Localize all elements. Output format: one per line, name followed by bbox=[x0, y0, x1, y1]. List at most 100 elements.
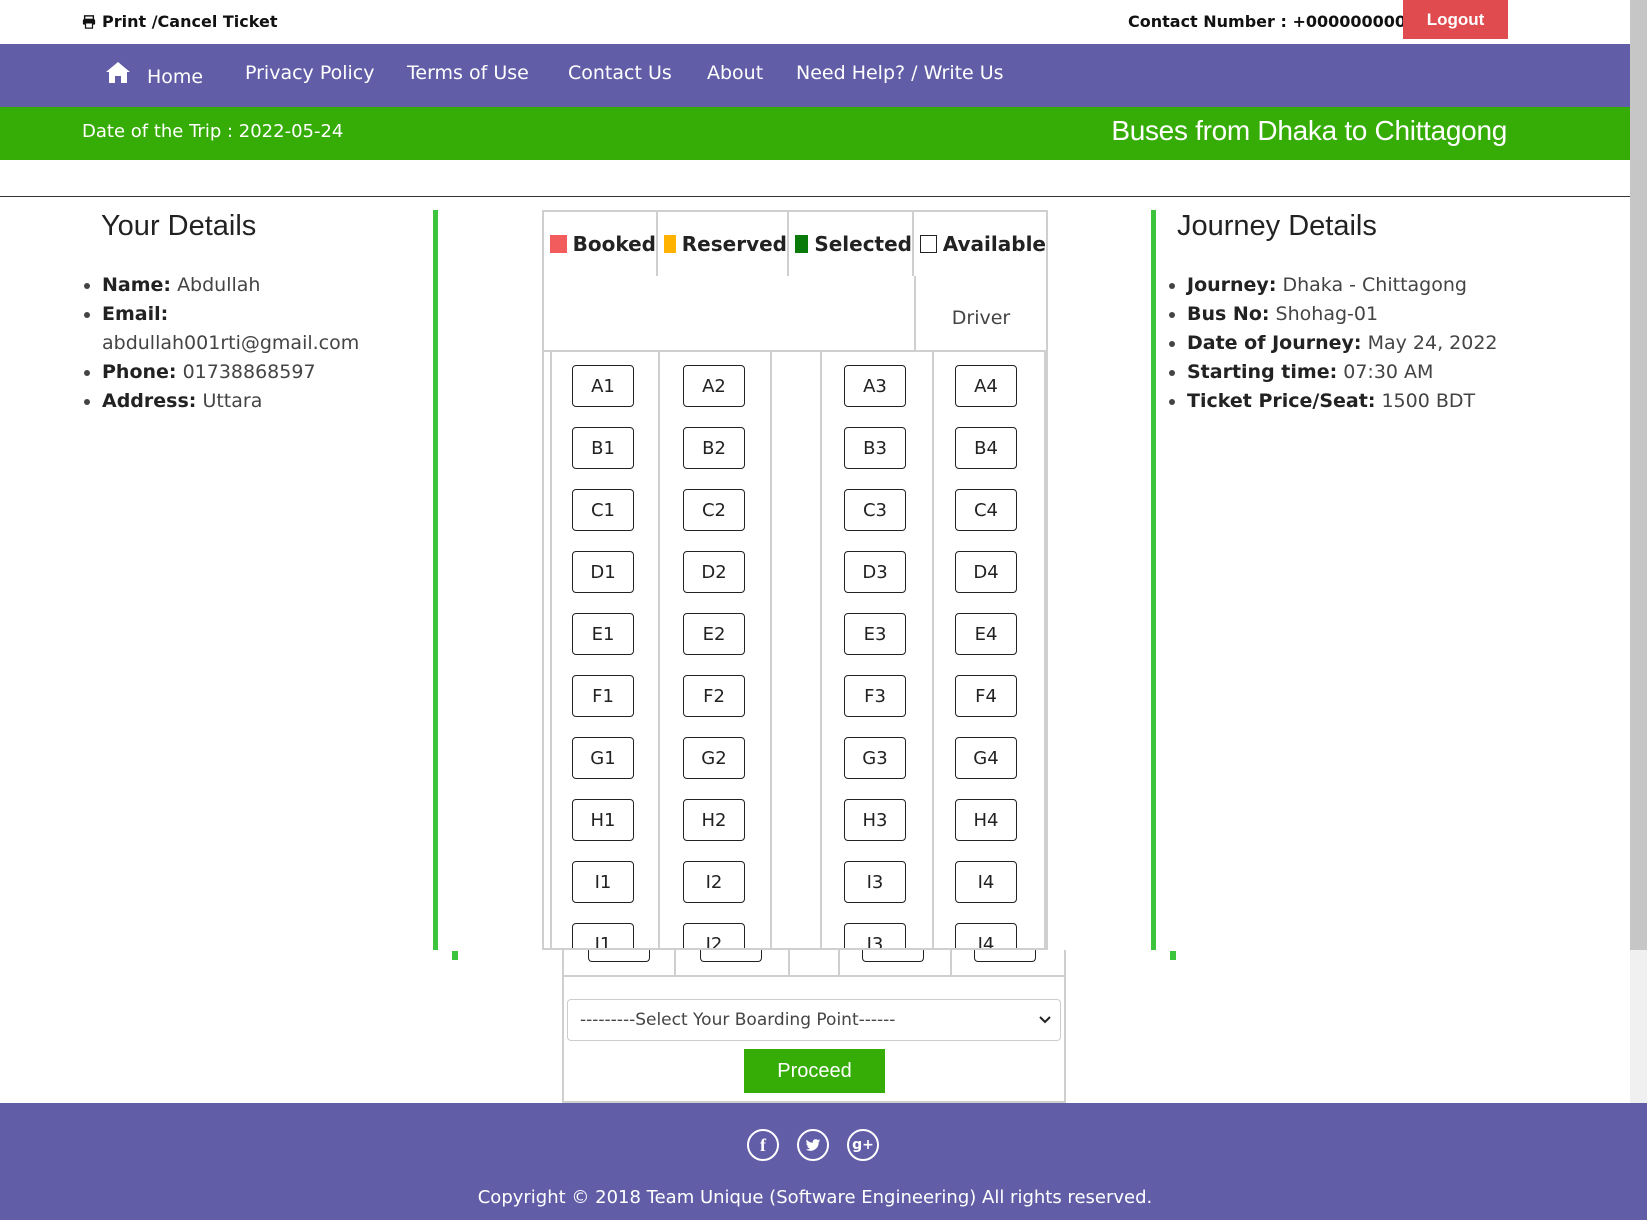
boarding-point-select[interactable]: ---------Select Your Boarding Point-----… bbox=[567, 999, 1061, 1041]
seat-d1[interactable]: D1 bbox=[572, 551, 634, 593]
seat-column-divider bbox=[1044, 352, 1046, 948]
seat-column-divider bbox=[550, 352, 552, 948]
seat-b1[interactable]: B1 bbox=[572, 427, 634, 469]
seat-g1[interactable]: G1 bbox=[572, 737, 634, 779]
user-address-item: Address: Uttara bbox=[102, 387, 410, 416]
seat-h4[interactable]: H4 bbox=[955, 799, 1017, 841]
seat-map-overflow bbox=[562, 950, 1066, 975]
user-address-value: Uttara bbox=[202, 390, 263, 412]
seat-d2[interactable]: D2 bbox=[683, 551, 745, 593]
seat-g2[interactable]: G2 bbox=[683, 737, 745, 779]
scrollbar-thumb[interactable] bbox=[1630, 0, 1647, 950]
contact-number: Contact Number : +00000000000 bbox=[1128, 12, 1429, 31]
your-details-title: Your Details bbox=[101, 210, 257, 242]
reserved-swatch bbox=[664, 235, 676, 253]
nav-privacy-policy[interactable]: Privacy Policy bbox=[245, 62, 374, 84]
user-phone-item: Phone: 01738868597 bbox=[102, 358, 410, 387]
seat-stub bbox=[700, 950, 762, 962]
bus-number-item: Bus No: Shohag-01 bbox=[1187, 300, 1605, 329]
seat-h3[interactable]: H3 bbox=[844, 799, 906, 841]
driver-label: Driver bbox=[914, 276, 1046, 352]
seat-d3[interactable]: D3 bbox=[844, 551, 906, 593]
facebook-icon[interactable]: f bbox=[747, 1129, 779, 1161]
trip-date: Date of the Trip : 2022-05-24 bbox=[82, 121, 344, 142]
user-email-value: abdullah001rti@gmail.com bbox=[102, 332, 360, 354]
boarding-point-placeholder: ---------Select Your Boarding Point-----… bbox=[580, 1010, 896, 1030]
seat-column-divider bbox=[770, 352, 772, 948]
seat-i4[interactable]: I4 bbox=[955, 861, 1017, 903]
journey-details-title: Journey Details bbox=[1177, 210, 1377, 242]
seat-i1[interactable]: I1 bbox=[572, 861, 634, 903]
seat-a1[interactable]: A1 bbox=[572, 365, 634, 407]
seat-b4[interactable]: B4 bbox=[955, 427, 1017, 469]
available-swatch bbox=[920, 235, 937, 253]
nav-contact-us[interactable]: Contact Us bbox=[568, 62, 672, 84]
seat-e4[interactable]: E4 bbox=[955, 613, 1017, 655]
journey-details-list: Journey: Dhaka - Chittagong Bus No: Shoh… bbox=[1165, 271, 1605, 416]
home-icon[interactable] bbox=[104, 60, 132, 84]
seat-e2[interactable]: E2 bbox=[683, 613, 745, 655]
starting-time-value: 07:30 AM bbox=[1343, 361, 1434, 383]
footer: f g+ Copyright © 2018 Team Unique (Softw… bbox=[0, 1103, 1647, 1220]
seat-c1[interactable]: C1 bbox=[572, 489, 634, 531]
seat-e3[interactable]: E3 bbox=[844, 613, 906, 655]
seat-legend: Booked Reserved Selected Available bbox=[544, 212, 1046, 276]
journey-date-item: Date of Journey: May 24, 2022 bbox=[1187, 329, 1605, 358]
google-plus-icon[interactable]: g+ bbox=[847, 1129, 879, 1161]
nav-need-help[interactable]: Need Help? / Write Us bbox=[796, 62, 1004, 84]
ticket-price-value: 1500 BDT bbox=[1381, 390, 1476, 412]
legend-booked: Booked bbox=[544, 212, 658, 276]
seat-d4[interactable]: D4 bbox=[955, 551, 1017, 593]
proceed-button[interactable]: Proceed bbox=[744, 1049, 885, 1093]
print-cancel-ticket-label: Print /Cancel Ticket bbox=[102, 12, 278, 31]
seat-map: Booked Reserved Selected Available Drive… bbox=[542, 210, 1048, 950]
seat-i2[interactable]: I2 bbox=[683, 923, 745, 948]
seat-e1[interactable]: E1 bbox=[572, 613, 634, 655]
print-cancel-ticket-link[interactable]: Print /Cancel Ticket bbox=[82, 12, 277, 31]
seat-i2[interactable]: I2 bbox=[683, 861, 745, 903]
seat-c2[interactable]: C2 bbox=[683, 489, 745, 531]
journey-route-value: Dhaka - Chittagong bbox=[1282, 274, 1467, 296]
logout-button[interactable]: Logout bbox=[1403, 0, 1508, 39]
seat-stub bbox=[862, 950, 924, 962]
nav-about[interactable]: About bbox=[707, 62, 763, 84]
right-green-rule bbox=[1151, 210, 1156, 950]
seat-f1[interactable]: F1 bbox=[572, 675, 634, 717]
user-phone-value: 01738868597 bbox=[182, 361, 316, 383]
seat-i3[interactable]: I3 bbox=[844, 923, 906, 948]
seat-i1[interactable]: I1 bbox=[572, 923, 634, 948]
seat-g3[interactable]: G3 bbox=[844, 737, 906, 779]
seat-f4[interactable]: F4 bbox=[955, 675, 1017, 717]
main-navbar: Home Privacy Policy Terms of Use Contact… bbox=[0, 44, 1630, 107]
seat-a4[interactable]: A4 bbox=[955, 365, 1017, 407]
legend-available: Available bbox=[914, 212, 1046, 276]
ticket-price-item: Ticket Price/Seat: 1500 BDT bbox=[1187, 387, 1605, 416]
nav-home[interactable]: Home bbox=[147, 66, 203, 88]
left-green-mark bbox=[452, 951, 458, 960]
section-divider bbox=[0, 196, 1630, 197]
seat-c3[interactable]: C3 bbox=[844, 489, 906, 531]
legend-selected: Selected bbox=[789, 212, 914, 276]
boarding-form: ---------Select Your Boarding Point-----… bbox=[562, 975, 1066, 1103]
seat-f2[interactable]: F2 bbox=[683, 675, 745, 717]
seat-f3[interactable]: F3 bbox=[844, 675, 906, 717]
seat-c4[interactable]: C4 bbox=[955, 489, 1017, 531]
bus-number-value: Shohag-01 bbox=[1275, 303, 1379, 325]
seat-i4[interactable]: I4 bbox=[955, 923, 1017, 948]
seat-h2[interactable]: H2 bbox=[683, 799, 745, 841]
nav-terms-of-use[interactable]: Terms of Use bbox=[407, 62, 529, 84]
journey-date-value: May 24, 2022 bbox=[1367, 332, 1498, 354]
seat-column-divider bbox=[820, 352, 822, 948]
seat-i3[interactable]: I3 bbox=[844, 861, 906, 903]
seat-a3[interactable]: A3 bbox=[844, 365, 906, 407]
chevron-down-icon bbox=[1039, 1016, 1051, 1024]
seat-h1[interactable]: H1 bbox=[572, 799, 634, 841]
seat-g4[interactable]: G4 bbox=[955, 737, 1017, 779]
seat-b3[interactable]: B3 bbox=[844, 427, 906, 469]
seat-a2[interactable]: A2 bbox=[683, 365, 745, 407]
twitter-icon[interactable] bbox=[797, 1129, 829, 1161]
starting-time-item: Starting time: 07:30 AM bbox=[1187, 358, 1605, 387]
seat-b2[interactable]: B2 bbox=[683, 427, 745, 469]
right-green-mark bbox=[1170, 951, 1176, 960]
driver-row: Driver bbox=[544, 276, 1046, 352]
